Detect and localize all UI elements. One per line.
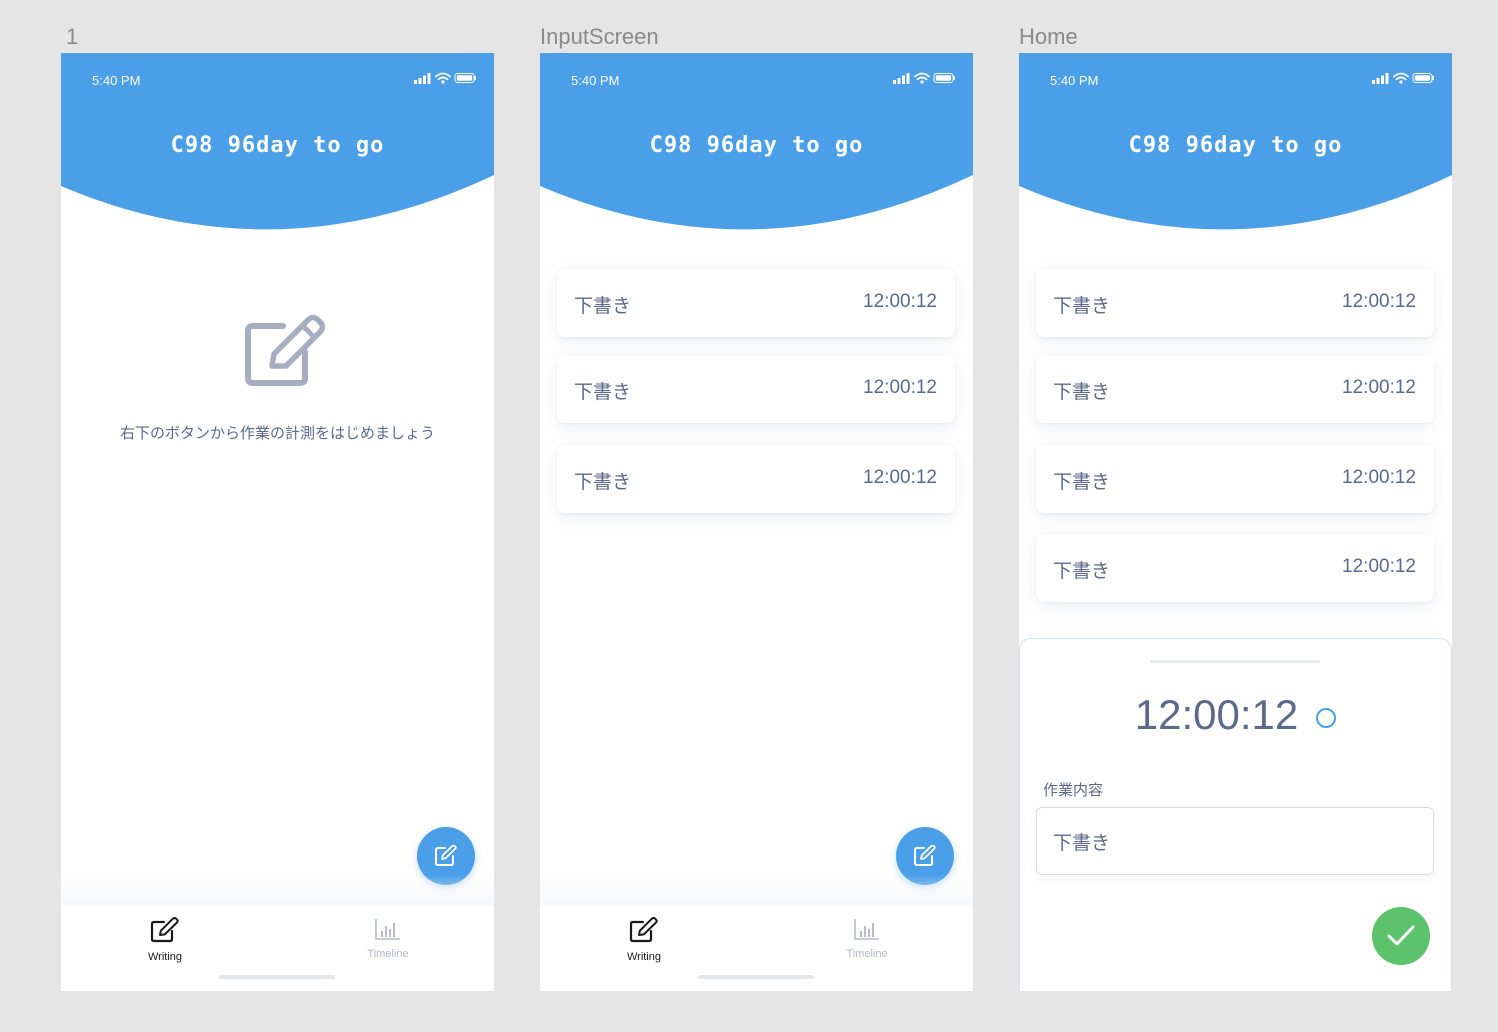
task-input-value: 下書き [1053, 833, 1111, 854]
entry-card[interactable]: 下書き 12:00:12 [557, 269, 955, 337]
edit-icon [914, 845, 936, 866]
app-title: C98 96day to go [649, 133, 864, 158]
wifi-icon [435, 72, 451, 81]
entry-time: 12:00:12 [863, 291, 937, 312]
tab-writing[interactable]: Writing [584, 916, 704, 963]
wifi-icon [1393, 72, 1409, 81]
empty-state-message: 右下のボタンから作業の計測をはじめましょう [119, 425, 435, 442]
phone-frame-empty: 5:40 PM C98 96day to go 右下のボタンから作業の計測をはじ… [61, 53, 494, 991]
tab-timeline[interactable]: Timeline [807, 917, 927, 960]
entry-title: 下書き [1053, 472, 1111, 493]
signal-icon [1372, 73, 1389, 84]
entry-title: 下書き [574, 472, 632, 493]
entry-card[interactable]: 下書き 12:00:12 [1036, 269, 1434, 337]
entry-card[interactable]: 下書き 12:00:12 [557, 445, 955, 513]
timer-display: 12:00:12 [1134, 691, 1299, 738]
entry-title: 下書き [1053, 561, 1111, 582]
edit-icon [150, 916, 179, 943]
tab-label: Writing [626, 951, 662, 963]
entry-title: 下書き [1053, 382, 1111, 403]
tab-bar: Writing Timeline [540, 875, 973, 991]
status-icons [414, 72, 476, 84]
tab-timeline[interactable]: Timeline [328, 917, 448, 960]
entry-time: 12:00:12 [863, 377, 937, 398]
tab-label: Writing [147, 951, 183, 963]
entry-title: 下書き [574, 382, 632, 403]
entry-time: 12:00:12 [1342, 556, 1416, 577]
input-bottom-sheet: 12:00:12 作業内容 下書き [1019, 638, 1452, 991]
edit-icon [435, 845, 457, 866]
sheet-drag-handle[interactable] [1150, 660, 1320, 663]
bar-chart-icon [854, 919, 879, 940]
status-time: 5:40 PM [1050, 73, 1099, 88]
entry-card[interactable]: 下書き 12:00:12 [1036, 445, 1434, 513]
wifi-icon [914, 72, 930, 81]
task-field-label: 作業内容 [1043, 782, 1104, 799]
timer-toggle-icon[interactable] [1316, 707, 1337, 728]
app-title: C98 96day to go [170, 133, 385, 158]
signal-icon [414, 73, 431, 84]
entry-title: 下書き [574, 296, 632, 317]
status-time: 5:40 PM [571, 73, 620, 88]
entry-time: 12:00:12 [1342, 377, 1416, 398]
phone-frame-list: 5:40 PM C98 96day to go 下書き 12:00:12 下書き… [540, 53, 973, 991]
entry-time: 12:00:12 [1342, 291, 1416, 312]
frame-label: Home [1019, 24, 1078, 49]
frame-label: 1 [66, 24, 79, 49]
status-icons [893, 72, 955, 84]
check-icon [1387, 925, 1415, 946]
entry-title: 下書き [1053, 296, 1111, 317]
bar-chart-icon [375, 919, 400, 940]
tabbar-fade [61, 875, 494, 905]
entry-card[interactable]: 下書き 12:00:12 [1036, 355, 1434, 423]
tabbar-fade [540, 875, 973, 905]
entry-card[interactable]: 下書き 12:00:12 [1036, 534, 1434, 602]
tab-writing[interactable]: Writing [105, 916, 225, 963]
entry-time: 12:00:12 [1342, 467, 1416, 488]
home-indicator [698, 975, 814, 979]
frame-label: InputScreen [540, 24, 659, 49]
edit-icon [629, 916, 658, 943]
status-time: 5:40 PM [92, 73, 141, 88]
signal-icon [893, 73, 910, 84]
app-title: C98 96day to go [1128, 133, 1343, 158]
edit-icon [245, 315, 325, 386]
entry-time: 12:00:12 [863, 467, 937, 488]
confirm-button[interactable] [1372, 907, 1430, 965]
home-indicator [219, 975, 335, 979]
tab-bar: Writing Timeline [61, 875, 494, 991]
tab-label: Timeline [846, 948, 888, 960]
entry-card[interactable]: 下書き 12:00:12 [557, 355, 955, 423]
phone-frame-input-sheet: 5:40 PM C98 96day to go 下書き 12:00:12 下書き… [1019, 53, 1452, 991]
timer-display-row: 12:00:12 [1020, 691, 1451, 739]
status-icons [1372, 72, 1434, 84]
tab-label: Timeline [367, 948, 409, 960]
task-input-field[interactable]: 下書き [1036, 807, 1434, 875]
